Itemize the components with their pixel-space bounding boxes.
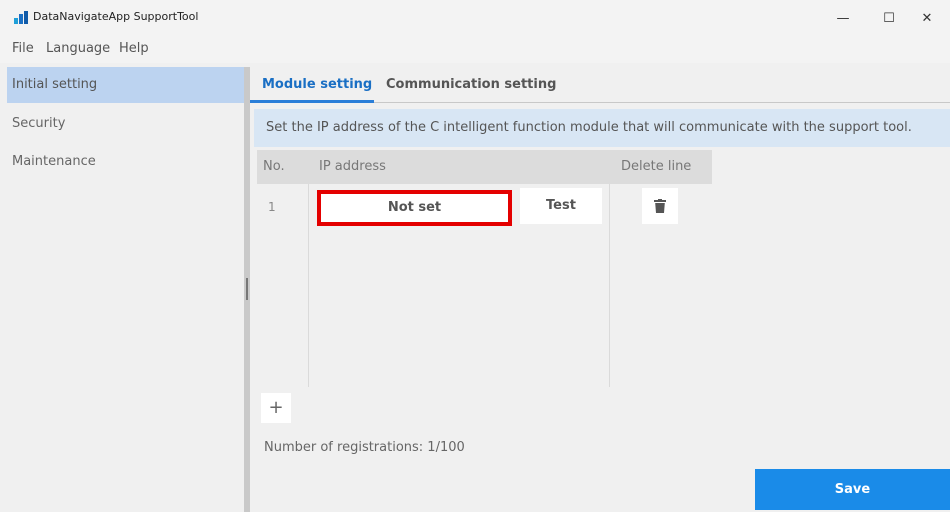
column-divider — [609, 184, 610, 387]
app-logo-icon — [14, 11, 28, 24]
minimize-button[interactable]: — — [820, 0, 866, 36]
test-button[interactable]: Test — [520, 188, 602, 224]
sidebar-item-initial-setting[interactable]: Initial setting — [7, 67, 245, 103]
close-button[interactable]: ✕ — [904, 0, 950, 36]
menu-bar: File Language Help — [0, 36, 950, 63]
menu-help[interactable]: Help — [119, 41, 149, 56]
trash-icon — [654, 199, 666, 213]
tab-module-setting[interactable]: Module setting — [262, 77, 372, 92]
column-divider — [308, 184, 309, 387]
window-title: DataNavigateApp SupportTool — [33, 10, 199, 23]
menu-file[interactable]: File — [12, 41, 34, 56]
sidebar-item-security[interactable]: Security — [7, 106, 245, 142]
save-button[interactable]: Save — [755, 469, 950, 510]
column-header-no: No. — [257, 150, 309, 184]
column-header-delete: Delete line — [609, 150, 712, 184]
title-bar: DataNavigateApp SupportTool — ☐ ✕ — [0, 0, 950, 36]
ip-address-field[interactable]: Not set — [317, 190, 512, 226]
sidebar-item-maintenance[interactable]: Maintenance — [7, 144, 245, 180]
menu-language[interactable]: Language — [46, 41, 110, 56]
tab-communication-setting[interactable]: Communication setting — [386, 77, 556, 92]
active-tab-indicator — [250, 100, 374, 103]
add-row-button[interactable]: + — [261, 393, 291, 423]
column-header-ip: IP address — [309, 150, 609, 184]
tab-divider — [374, 102, 950, 103]
delete-row-button[interactable] — [642, 188, 678, 224]
sidebar: Initial setting Security Maintenance — [7, 67, 245, 512]
splitter-grip-icon[interactable] — [246, 278, 248, 300]
info-banner: Set the IP address of the C intelligent … — [254, 109, 950, 147]
registration-count: Number of registrations: 1/100 — [264, 440, 465, 455]
main-content: Module setting Communication setting Set… — [250, 67, 950, 512]
row-number: 1 — [268, 200, 276, 214]
ip-table: No. IP address Delete line 1 Not set Tes… — [257, 150, 712, 387]
